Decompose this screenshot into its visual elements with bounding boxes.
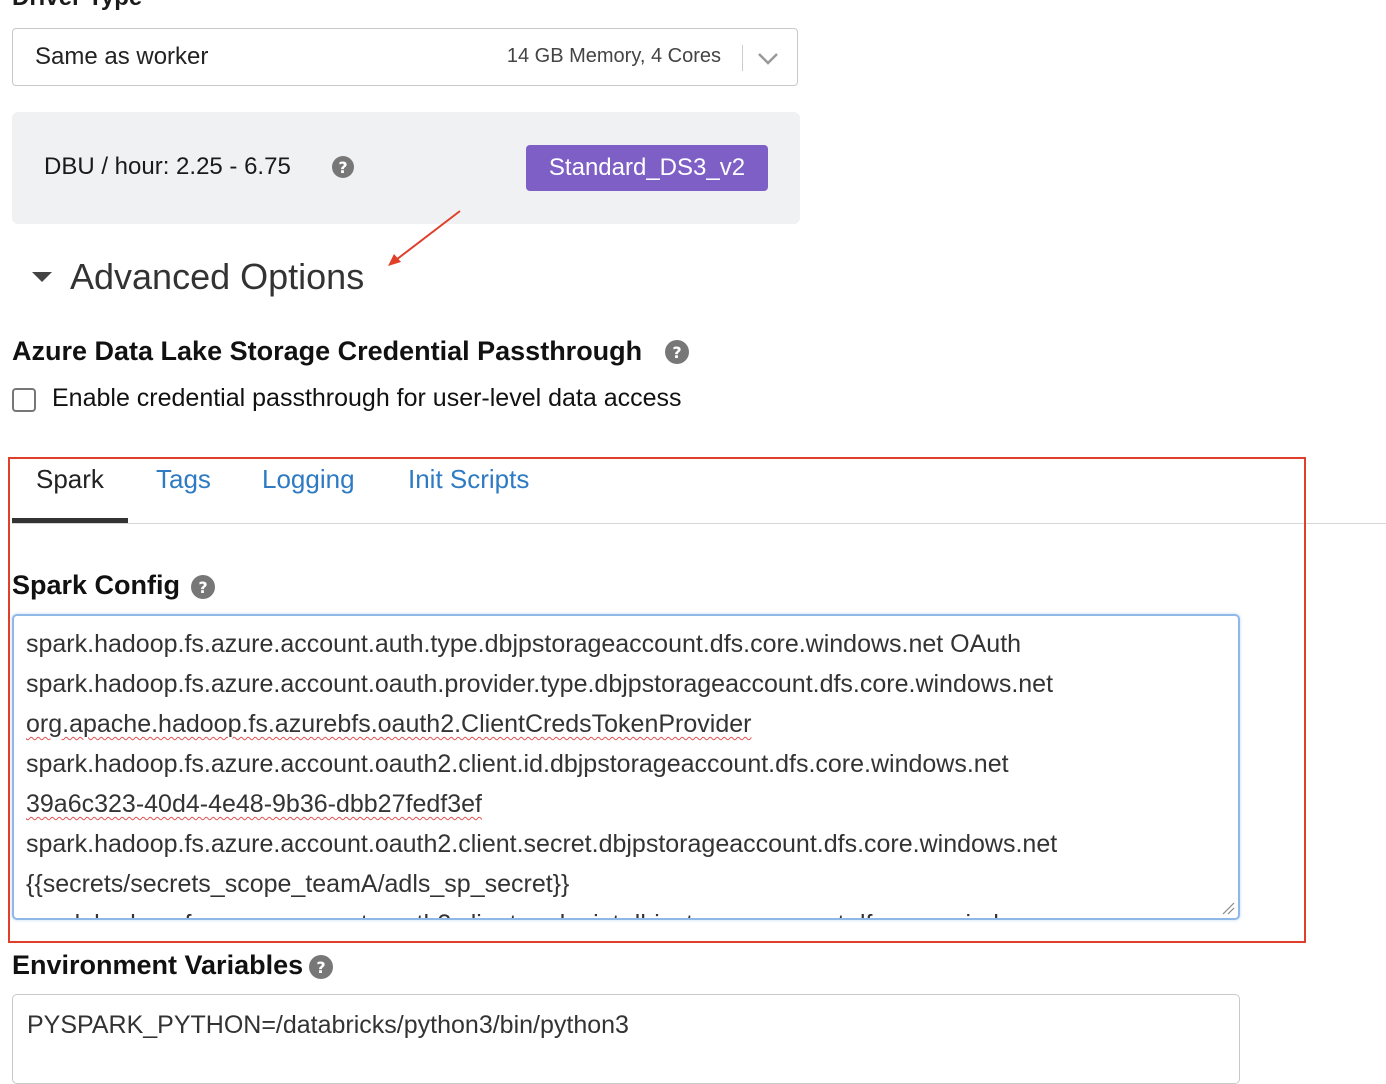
driver-type-label: Driver Type	[12, 0, 142, 12]
adls-passthrough-heading: Azure Data Lake Storage Credential Passt…	[12, 336, 643, 366]
environment-variables-value: PYSPARK_PYTHON=/databricks/python3/bin/p…	[27, 1011, 629, 1039]
caret-down-icon[interactable]	[32, 272, 52, 282]
annotation-highlight-box	[8, 457, 1306, 943]
advanced-options-toggle[interactable]: Advanced Options	[70, 256, 364, 298]
environment-variables-label: Environment Variables	[12, 950, 304, 980]
credential-passthrough-checkbox[interactable]	[12, 388, 36, 412]
help-icon[interactable]: ?	[332, 156, 354, 178]
help-icon[interactable]: ?	[309, 955, 333, 979]
select-separator	[742, 45, 743, 71]
dbu-per-hour: DBU / hour: 2.25 - 6.75	[44, 153, 291, 180]
credential-passthrough-label[interactable]: Enable credential passthrough for user-l…	[52, 384, 682, 413]
environment-variables-textarea[interactable]: PYSPARK_PYTHON=/databricks/python3/bin/p…	[12, 994, 1240, 1084]
chevron-down-icon[interactable]	[753, 43, 783, 73]
help-icon[interactable]: ?	[665, 340, 689, 364]
vm-type-badge: Standard_DS3_v2	[526, 145, 768, 191]
driver-type-value: Same as worker	[35, 43, 209, 70]
annotation-arrow-icon	[388, 210, 461, 266]
driver-type-meta: 14 GB Memory, 4 Cores	[506, 45, 721, 67]
driver-type-select[interactable]: Same as worker 14 GB Memory, 4 Cores	[12, 28, 798, 86]
